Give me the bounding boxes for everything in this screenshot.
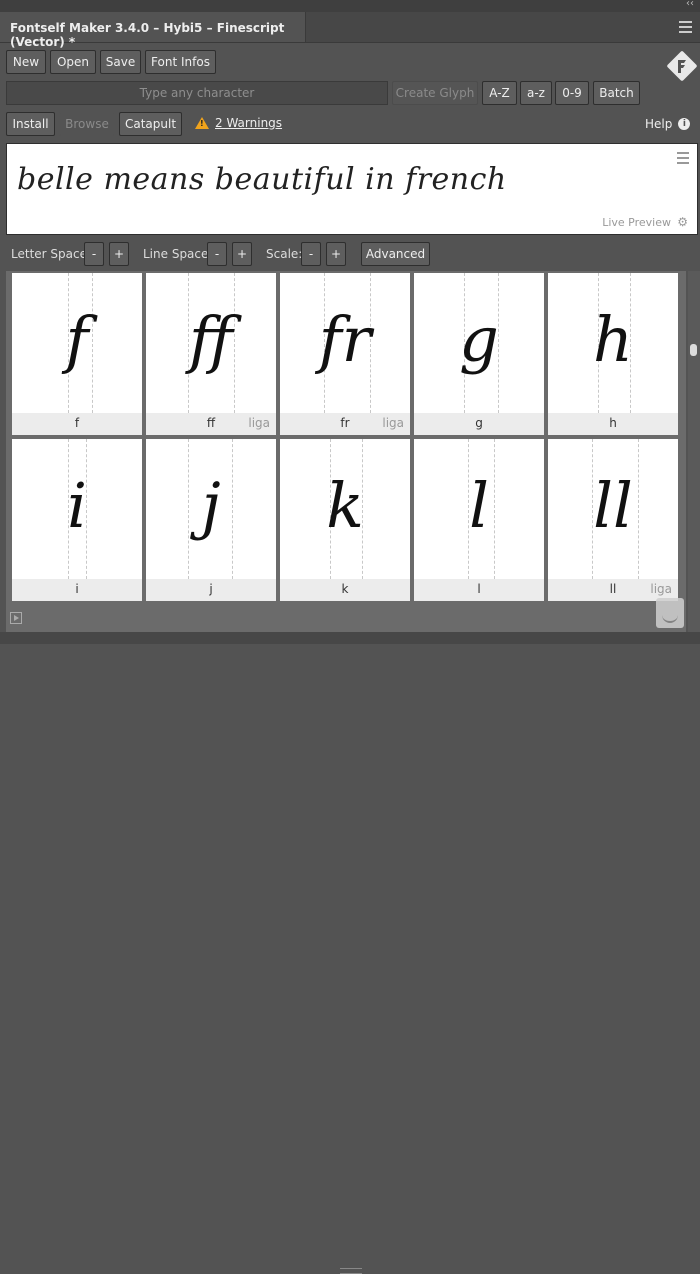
az-lower-button[interactable]: a-z bbox=[520, 81, 552, 105]
glyph-cell[interactable]: i i bbox=[12, 439, 142, 601]
warnings-link[interactable]: 2 Warnings bbox=[195, 116, 282, 130]
drop-zone-icon[interactable] bbox=[656, 598, 684, 628]
letter-space-plus-button[interactable]: + bbox=[109, 242, 129, 266]
glyph-cell[interactable]: h h bbox=[548, 273, 678, 435]
glyph-cell[interactable]: g g bbox=[414, 273, 544, 435]
scrollbar-thumb[interactable] bbox=[690, 344, 697, 356]
glyph-tag: liga bbox=[650, 582, 672, 596]
new-button[interactable]: New bbox=[6, 50, 46, 74]
batch-button[interactable]: Batch bbox=[593, 81, 640, 105]
glyph-preview: h bbox=[593, 303, 633, 376]
live-preview-box[interactable]: belle means beautiful in french Live Pre… bbox=[6, 143, 698, 235]
glyph-cell[interactable]: j j bbox=[146, 439, 276, 601]
info-icon: i bbox=[678, 118, 691, 130]
panel-menu-icon[interactable] bbox=[679, 21, 692, 36]
glyph-tag: liga bbox=[248, 416, 270, 430]
glyph-cell[interactable]: l l bbox=[414, 439, 544, 601]
glyph-name: l bbox=[477, 582, 481, 596]
glyph-name: i bbox=[75, 582, 79, 596]
glyph-preview: f bbox=[65, 303, 89, 376]
panel-tab[interactable]: Fontself Maker 3.4.0 – Hybi5 – Finescrip… bbox=[0, 12, 306, 49]
letter-space-minus-button[interactable]: - bbox=[84, 242, 104, 266]
glyph-name: g bbox=[475, 416, 483, 430]
collapse-panel-icon[interactable]: ‹‹ bbox=[686, 0, 694, 9]
glyph-name: f bbox=[74, 416, 80, 430]
digits-button[interactable]: 0-9 bbox=[555, 81, 589, 105]
glyph-cell[interactable]: f f bbox=[12, 273, 142, 435]
preview-menu-icon[interactable] bbox=[677, 152, 689, 167]
help-label: Help bbox=[645, 117, 673, 131]
save-button[interactable]: Save bbox=[100, 50, 141, 74]
fontself-logo-icon[interactable] bbox=[666, 50, 698, 82]
preview-text[interactable]: belle means beautiful in french bbox=[17, 162, 507, 197]
glyph-grid: f f ff ff liga fr fr liga g g h h i i j j … bbox=[6, 271, 686, 632]
glyph-cell[interactable]: fr fr liga bbox=[280, 273, 410, 435]
glyph-tag: liga bbox=[382, 416, 404, 430]
live-preview-label: Live Preview bbox=[602, 216, 671, 229]
bottom-bar bbox=[0, 632, 700, 1274]
gear-icon[interactable]: ⚙ bbox=[677, 215, 688, 229]
glyph-preview: fr bbox=[318, 303, 372, 376]
line-space-plus-button[interactable]: + bbox=[232, 242, 252, 266]
az-upper-button[interactable]: A-Z bbox=[482, 81, 517, 105]
panel-titlebar: Fontself Maker 3.4.0 – Hybi5 – Finescrip… bbox=[0, 12, 700, 49]
glyph-name: j bbox=[209, 582, 213, 596]
browse-button[interactable]: Browse bbox=[59, 112, 115, 136]
glyph-cell[interactable]: k k bbox=[280, 439, 410, 601]
play-icon[interactable] bbox=[10, 612, 22, 624]
glyph-preview: l bbox=[469, 469, 489, 542]
resize-grip[interactable] bbox=[340, 1268, 362, 1274]
panel-title: Fontself Maker 3.4.0 – Hybi5 – Finescrip… bbox=[10, 21, 285, 49]
letter-space-label: Letter Space: bbox=[11, 247, 92, 261]
help-link[interactable]: Help i bbox=[645, 117, 691, 131]
glyph-name: h bbox=[609, 416, 617, 430]
character-input[interactable]: Type any character bbox=[6, 81, 388, 105]
character-input-placeholder: Type any character bbox=[139, 86, 255, 100]
font-infos-button[interactable]: Font Infos bbox=[145, 50, 216, 74]
glyph-preview: i bbox=[67, 469, 87, 542]
scale-plus-button[interactable]: + bbox=[326, 242, 346, 266]
advanced-button[interactable]: Advanced bbox=[361, 242, 430, 266]
glyph-preview: k bbox=[326, 469, 364, 542]
glyph-preview: ll bbox=[593, 469, 633, 542]
glyph-preview: ff bbox=[189, 303, 233, 376]
glyph-cell[interactable]: ll ll liga bbox=[548, 439, 678, 601]
line-space-minus-button[interactable]: - bbox=[207, 242, 227, 266]
line-space-label: Line Space: bbox=[143, 247, 213, 261]
glyph-preview: j bbox=[201, 469, 221, 542]
warning-icon bbox=[195, 117, 209, 129]
scale-label: Scale: bbox=[266, 247, 303, 261]
install-button[interactable]: Install bbox=[6, 112, 55, 136]
glyph-cell[interactable]: ff ff liga bbox=[146, 273, 276, 435]
open-button[interactable]: Open bbox=[50, 50, 96, 74]
glyph-preview: g bbox=[459, 303, 499, 376]
top-strip: ‹‹ bbox=[0, 0, 700, 12]
create-glyph-button[interactable]: Create Glyph bbox=[392, 81, 478, 105]
warnings-label: 2 Warnings bbox=[215, 116, 283, 130]
catapult-button[interactable]: Catapult bbox=[119, 112, 182, 136]
scale-minus-button[interactable]: - bbox=[301, 242, 321, 266]
glyph-name: k bbox=[341, 582, 349, 596]
glyph-grid-scrollbar[interactable] bbox=[688, 271, 700, 632]
